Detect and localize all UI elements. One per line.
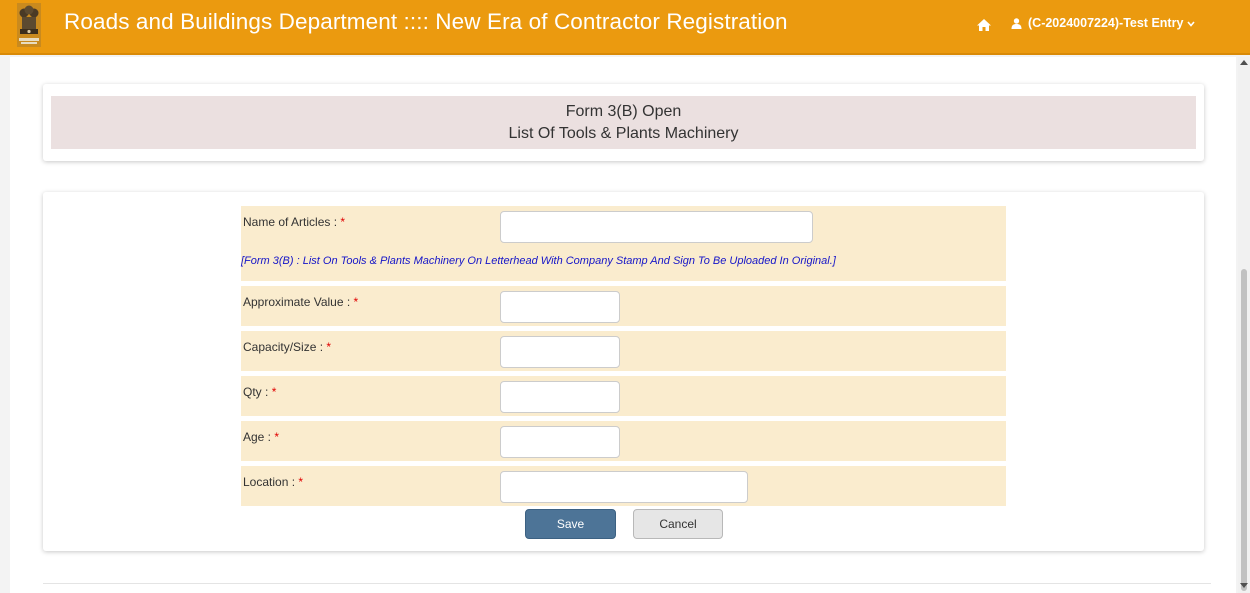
page-scrollbar[interactable] bbox=[1238, 57, 1250, 593]
field-label: Approximate Value : * bbox=[243, 295, 359, 309]
required-marker: * bbox=[326, 340, 332, 354]
field-label: Qty : * bbox=[243, 385, 277, 399]
qty-input[interactable] bbox=[500, 381, 620, 413]
save-button[interactable]: Save bbox=[525, 509, 616, 539]
scroll-up-icon[interactable] bbox=[1240, 59, 1248, 65]
form-row-approximate-value: Approximate Value : * bbox=[241, 286, 1006, 326]
required-marker: * bbox=[274, 430, 280, 444]
approximate-value-input[interactable] bbox=[500, 291, 620, 323]
required-marker: * bbox=[271, 385, 277, 399]
form-subtitle: List Of Tools & Plants Machinery bbox=[508, 125, 739, 142]
field-label: Name of Articles : * bbox=[243, 215, 346, 229]
age-input[interactable] bbox=[500, 426, 620, 458]
form-row-capacity-size: Capacity/Size : * bbox=[241, 331, 1006, 371]
field-label: Location : * bbox=[243, 475, 304, 489]
form-title-box: Form 3(B) Open List Of Tools & Plants Ma… bbox=[51, 96, 1196, 149]
required-marker: * bbox=[298, 475, 304, 489]
upload-instruction-note: [Form 3(B) : List On Tools & Plants Mach… bbox=[241, 255, 836, 267]
form-row-qty: Qty : * bbox=[241, 376, 1006, 416]
form-panel: Name of Articles : * [Form 3(B) : List O… bbox=[43, 192, 1204, 551]
field-label: Age : * bbox=[243, 430, 280, 444]
name-of-articles-input[interactable] bbox=[500, 211, 813, 243]
chevron-down-icon bbox=[1187, 20, 1196, 27]
required-marker: * bbox=[340, 215, 346, 229]
form-header-panel: Form 3(B) Open List Of Tools & Plants Ma… bbox=[43, 84, 1204, 161]
location-input[interactable] bbox=[500, 471, 748, 503]
form-title: Form 3(B) Open bbox=[565, 103, 682, 120]
home-icon[interactable] bbox=[976, 17, 992, 33]
cancel-button[interactable]: Cancel bbox=[633, 509, 723, 539]
capacity-size-input[interactable] bbox=[500, 336, 620, 368]
top-navbar: Roads and Buildings Department :::: New … bbox=[0, 0, 1250, 55]
form-row-name-of-articles: Name of Articles : * bbox=[241, 206, 1006, 281]
form-row-location: Location : * bbox=[241, 466, 1006, 506]
required-marker: * bbox=[353, 295, 359, 309]
scrollbar-thumb[interactable] bbox=[1241, 269, 1247, 591]
divider bbox=[43, 583, 1211, 584]
user-label: (C-2024007224)-Test Entry bbox=[1028, 16, 1184, 30]
state-emblem-icon bbox=[17, 3, 41, 47]
scroll-down-icon[interactable] bbox=[1240, 583, 1248, 589]
user-menu-dropdown[interactable]: (C-2024007224)-Test Entry bbox=[1011, 16, 1196, 30]
app-title: Roads and Buildings Department :::: New … bbox=[64, 9, 788, 34]
form-row-age: Age : * bbox=[241, 421, 1006, 461]
user-icon bbox=[1011, 17, 1022, 29]
field-label: Capacity/Size : * bbox=[243, 340, 332, 354]
